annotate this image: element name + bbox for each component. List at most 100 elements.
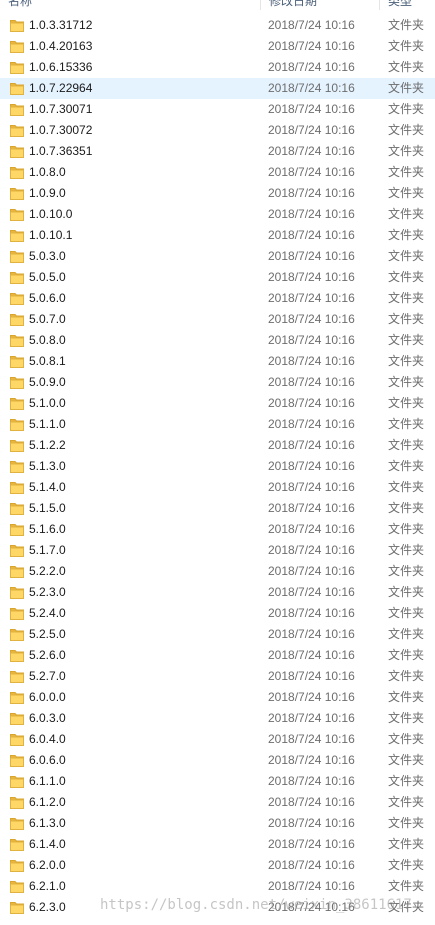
file-type: 文件夹 bbox=[388, 270, 425, 284]
modified-date: 2018/7/24 10:16 bbox=[268, 606, 355, 620]
folder-row[interactable]: 5.0.8.0 2018/7/24 10:16 文件夹 bbox=[0, 330, 435, 351]
folder-row[interactable]: 1.0.10.1 2018/7/24 10:16 文件夹 bbox=[0, 225, 435, 246]
file-type: 文件夹 bbox=[388, 522, 425, 536]
folder-icon bbox=[10, 544, 24, 557]
modified-date: 2018/7/24 10:16 bbox=[268, 312, 355, 326]
modified-date: 2018/7/24 10:16 bbox=[268, 543, 355, 557]
folder-row[interactable]: 5.0.9.0 2018/7/24 10:16 文件夹 bbox=[0, 372, 435, 393]
folder-name: 6.2.3.0 bbox=[29, 900, 66, 914]
folder-row[interactable]: 5.1.7.0 2018/7/24 10:16 文件夹 bbox=[0, 540, 435, 561]
folder-row[interactable]: 1.0.6.15336 2018/7/24 10:16 文件夹 bbox=[0, 57, 435, 78]
folder-row[interactable]: 5.0.3.0 2018/7/24 10:16 文件夹 bbox=[0, 246, 435, 267]
folder-row[interactable]: 1.0.7.30071 2018/7/24 10:16 文件夹 bbox=[0, 99, 435, 120]
folder-row[interactable]: 5.0.7.0 2018/7/24 10:16 文件夹 bbox=[0, 309, 435, 330]
folder-row[interactable]: 6.0.4.0 2018/7/24 10:16 文件夹 bbox=[0, 729, 435, 750]
folder-row[interactable]: 6.2.3.0 2018/7/24 10:16 文件夹 bbox=[0, 897, 435, 918]
folder-icon bbox=[10, 250, 24, 263]
file-type: 文件夹 bbox=[388, 60, 425, 74]
modified-date: 2018/7/24 10:16 bbox=[268, 39, 355, 53]
folder-row[interactable]: 1.0.4.20163 2018/7/24 10:16 文件夹 bbox=[0, 36, 435, 57]
column-header-date[interactable]: 修改日期 bbox=[261, 0, 379, 10]
file-type: 文件夹 bbox=[388, 459, 425, 473]
folder-row[interactable]: 5.1.5.0 2018/7/24 10:16 文件夹 bbox=[0, 498, 435, 519]
folder-icon bbox=[10, 649, 24, 662]
folder-icon bbox=[10, 355, 24, 368]
file-type: 文件夹 bbox=[388, 249, 425, 263]
folder-row[interactable]: 5.0.6.0 2018/7/24 10:16 文件夹 bbox=[0, 288, 435, 309]
folder-name: 6.2.1.0 bbox=[29, 879, 66, 893]
folder-row[interactable]: 1.0.7.30072 2018/7/24 10:16 文件夹 bbox=[0, 120, 435, 141]
folder-icon bbox=[10, 82, 24, 95]
folder-name: 5.1.0.0 bbox=[29, 396, 66, 410]
modified-date: 2018/7/24 10:16 bbox=[268, 564, 355, 578]
modified-date: 2018/7/24 10:16 bbox=[268, 375, 355, 389]
folder-row[interactable]: 6.1.3.0 2018/7/24 10:16 文件夹 bbox=[0, 813, 435, 834]
folder-row[interactable]: 1.0.7.22964 2018/7/24 10:16 文件夹 bbox=[0, 78, 435, 99]
folder-row[interactable]: 1.0.3.31712 2018/7/24 10:16 文件夹 bbox=[0, 15, 435, 36]
folder-name: 5.1.3.0 bbox=[29, 459, 66, 473]
folder-name: 5.1.2.2 bbox=[29, 438, 66, 452]
file-type: 文件夹 bbox=[388, 732, 425, 746]
folder-row[interactable]: 5.1.3.0 2018/7/24 10:16 文件夹 bbox=[0, 456, 435, 477]
modified-date: 2018/7/24 10:16 bbox=[268, 165, 355, 179]
folder-row[interactable]: 6.2.0.0 2018/7/24 10:16 文件夹 bbox=[0, 855, 435, 876]
folder-icon bbox=[10, 271, 24, 284]
folder-row[interactable]: 6.0.0.0 2018/7/24 10:16 文件夹 bbox=[0, 687, 435, 708]
folder-row[interactable]: 5.2.4.0 2018/7/24 10:16 文件夹 bbox=[0, 603, 435, 624]
modified-date: 2018/7/24 10:16 bbox=[268, 585, 355, 599]
folder-row[interactable]: 5.2.6.0 2018/7/24 10:16 文件夹 bbox=[0, 645, 435, 666]
folder-row[interactable]: 5.1.0.0 2018/7/24 10:16 文件夹 bbox=[0, 393, 435, 414]
folder-name: 5.1.5.0 bbox=[29, 501, 66, 515]
folder-row[interactable]: 5.2.7.0 2018/7/24 10:16 文件夹 bbox=[0, 666, 435, 687]
folder-icon bbox=[10, 292, 24, 305]
folder-row[interactable]: 6.1.4.0 2018/7/24 10:16 文件夹 bbox=[0, 834, 435, 855]
file-type: 文件夹 bbox=[388, 816, 425, 830]
folder-row[interactable]: 1.0.9.0 2018/7/24 10:16 文件夹 bbox=[0, 183, 435, 204]
folder-name: 5.0.8.0 bbox=[29, 333, 66, 347]
column-header-name[interactable]: 名称 bbox=[0, 0, 260, 10]
folder-icon bbox=[10, 313, 24, 326]
modified-date: 2018/7/24 10:16 bbox=[268, 522, 355, 536]
folder-icon bbox=[10, 439, 24, 452]
file-type: 文件夹 bbox=[388, 312, 425, 326]
folder-row[interactable]: 5.2.5.0 2018/7/24 10:16 文件夹 bbox=[0, 624, 435, 645]
file-type: 文件夹 bbox=[388, 879, 425, 893]
folder-row[interactable]: 5.0.8.1 2018/7/24 10:16 文件夹 bbox=[0, 351, 435, 372]
folder-row[interactable]: 1.0.10.0 2018/7/24 10:16 文件夹 bbox=[0, 204, 435, 225]
folder-icon bbox=[10, 838, 24, 851]
folder-row[interactable]: 6.2.1.0 2018/7/24 10:16 文件夹 bbox=[0, 876, 435, 897]
folder-row[interactable]: 1.0.7.36351 2018/7/24 10:16 文件夹 bbox=[0, 141, 435, 162]
folder-row[interactable]: 6.1.1.0 2018/7/24 10:16 文件夹 bbox=[0, 771, 435, 792]
folder-row[interactable]: 5.1.2.2 2018/7/24 10:16 文件夹 bbox=[0, 435, 435, 456]
folder-name: 1.0.4.20163 bbox=[29, 39, 93, 53]
folder-row[interactable]: 1.0.8.0 2018/7/24 10:16 文件夹 bbox=[0, 162, 435, 183]
folder-icon bbox=[10, 40, 24, 53]
file-type: 文件夹 bbox=[388, 669, 425, 683]
column-header-type[interactable]: 类型 bbox=[380, 0, 435, 10]
folder-row[interactable]: 5.0.5.0 2018/7/24 10:16 文件夹 bbox=[0, 267, 435, 288]
folder-row[interactable]: 5.2.2.0 2018/7/24 10:16 文件夹 bbox=[0, 561, 435, 582]
modified-date: 2018/7/24 10:16 bbox=[268, 186, 355, 200]
modified-date: 2018/7/24 10:16 bbox=[268, 774, 355, 788]
folder-row[interactable]: 5.1.6.0 2018/7/24 10:16 文件夹 bbox=[0, 519, 435, 540]
folder-row[interactable]: 5.2.3.0 2018/7/24 10:16 文件夹 bbox=[0, 582, 435, 603]
file-type: 文件夹 bbox=[388, 354, 425, 368]
folder-icon bbox=[10, 670, 24, 683]
folder-row[interactable]: 6.0.3.0 2018/7/24 10:16 文件夹 bbox=[0, 708, 435, 729]
folder-icon bbox=[10, 61, 24, 74]
folder-icon bbox=[10, 523, 24, 536]
folder-row[interactable]: 5.1.1.0 2018/7/24 10:16 文件夹 bbox=[0, 414, 435, 435]
folder-name: 5.0.3.0 bbox=[29, 249, 66, 263]
modified-date: 2018/7/24 10:16 bbox=[268, 270, 355, 284]
file-type: 文件夹 bbox=[388, 375, 425, 389]
file-type: 文件夹 bbox=[388, 333, 425, 347]
folder-name: 1.0.7.30072 bbox=[29, 123, 93, 137]
file-type: 文件夹 bbox=[388, 606, 425, 620]
folder-row[interactable]: 5.1.4.0 2018/7/24 10:16 文件夹 bbox=[0, 477, 435, 498]
folder-name: 5.1.7.0 bbox=[29, 543, 66, 557]
folder-name: 1.0.7.36351 bbox=[29, 144, 93, 158]
folder-row[interactable]: 6.1.2.0 2018/7/24 10:16 文件夹 bbox=[0, 792, 435, 813]
folder-name: 6.1.4.0 bbox=[29, 837, 66, 851]
folder-name: 6.2.0.0 bbox=[29, 858, 66, 872]
folder-row[interactable]: 6.0.6.0 2018/7/24 10:16 文件夹 bbox=[0, 750, 435, 771]
